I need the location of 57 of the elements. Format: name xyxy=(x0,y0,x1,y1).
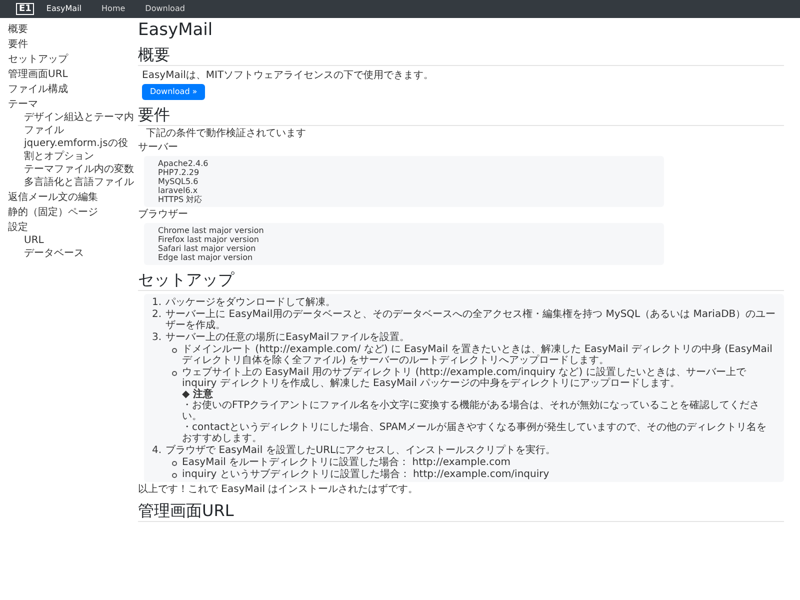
section-heading: セットアップ xyxy=(138,271,784,291)
note-line: ・お使いのFTPクライアントにファイル名を小文字に変換する機能がある場合は、それが無効になっていることを確認してください。 xyxy=(182,400,761,422)
step-text: パッケージをダウンロードして解凍。 xyxy=(166,297,336,308)
sidebar-link[interactable]: テーマファイル内の変数 xyxy=(8,163,134,176)
logo: E1 xyxy=(16,3,34,15)
sidebar-link[interactable]: 静的（固定）ページ xyxy=(8,206,134,219)
sidebar-link[interactable]: 多言語化と言語ファイル xyxy=(8,176,134,189)
sidebar-link[interactable]: 設定 xyxy=(8,221,134,234)
requirements-intro: 下記の条件で動作検証されています xyxy=(145,128,307,140)
requirement-item: Chrome last major version xyxy=(158,226,265,235)
circle-bullet-icon xyxy=(172,473,177,478)
requirement-item: Edge last major version xyxy=(158,253,254,262)
sidebar-link[interactable]: ファイル構成 xyxy=(8,83,134,96)
requirement-item: PHP7.2.29 xyxy=(158,168,200,177)
circle-bullet-icon xyxy=(172,371,177,376)
sidebar-link[interactable]: セットアップ xyxy=(8,53,134,66)
requirement-item: Firefox last major version xyxy=(158,235,260,244)
section-heading: 管理画面URL xyxy=(138,502,784,522)
sidebar-link[interactable]: 要件 xyxy=(8,38,134,51)
step-number: 1. xyxy=(152,297,162,308)
note-title: ◆ 注意 xyxy=(182,389,214,400)
step-text: サーバー上に EasyMail用のデータベースと、そのデータベースへの全アクセス権・編集権を持つ MySQL（あるいは MariaDB）のユーザーを作成。 xyxy=(166,309,776,331)
section-heading: 要件 xyxy=(138,106,784,126)
sidebar-link[interactable]: URL xyxy=(8,234,134,247)
step-text: ブラウザで EasyMail を設置したURLにアクセスし、インストールスクリプトを実行。 xyxy=(166,445,556,456)
brand-link[interactable]: EasyMail xyxy=(46,3,82,15)
sidebar-link[interactable]: テーマ xyxy=(8,98,134,111)
circle-bullet-icon xyxy=(172,348,177,353)
requirement-item: Apache2.4.6 xyxy=(158,159,210,168)
step-number: 3. xyxy=(152,332,162,343)
section-heading: 概要 xyxy=(138,46,784,66)
sidebar-link[interactable]: 概要 xyxy=(8,23,134,36)
nav-link[interactable]: Home xyxy=(102,3,126,15)
sub-step-text: EasyMail をルートディレクトリに設置した場合： http://example.com xyxy=(182,457,510,468)
download-button[interactable]: Download » xyxy=(142,84,206,100)
note-line: ・contactというディレクトリにした場合、SPAMメールが届きやすくなる事例が発生していますので、その他のディレクトリ名をおすすめします。 xyxy=(182,422,768,444)
sidebar-link[interactable]: 返信メール文の編集 xyxy=(8,191,134,204)
group-label: ブラウザー xyxy=(138,209,189,221)
step-number: 4. xyxy=(152,445,162,456)
requirement-item: Safari last major version xyxy=(158,244,257,253)
sidebar-link[interactable]: データベース xyxy=(8,247,134,260)
sub-step-text: ウェブサイト上の EasyMail 用のサブディレクトリ (http://example.com/inquiry など) に設置したいときは、サーバー上で inquiry ディレクトリを作成し、解凍した EasyMail パッケージの中身をディレクトリにアップロードします。 xyxy=(182,367,747,389)
step-text: サーバー上の任意の場所にEasyMailファイルを設置。 xyxy=(166,332,410,343)
sub-step-text: ドメインルート (http://example.com/ など) に EasyMail を置きたいときは、解凍した EasyMail ディレクトリの中身 (EasyMail ディレクトリ自体を除く全ファイル) をサーバーのルートディレクトリへアップロードします。 xyxy=(182,344,774,366)
overview-text: EasyMailは、MITソフトウェアライセンスの下で使用できます。 xyxy=(141,70,435,82)
step-number: 2. xyxy=(152,309,162,322)
circle-bullet-icon xyxy=(172,461,177,466)
page-title: EasyMail xyxy=(138,20,214,40)
requirement-item: laravel6.x xyxy=(158,186,199,195)
sidebar-link[interactable]: jquery.emform.jsの役割とオプション xyxy=(8,137,134,163)
requirement-item: MySQL5.6 xyxy=(158,177,200,186)
requirement-item: HTTPS 対応 xyxy=(158,195,204,204)
sidebar-link[interactable]: 管理画面URL xyxy=(8,68,134,81)
group-label: サーバー xyxy=(138,142,179,154)
sub-step-text: inquiry というサブディレクトリに設置した場合： http://example.com/inquiry xyxy=(182,469,550,480)
setup-footer: 以上です！これで EasyMail はインストールされたはずです。 xyxy=(138,484,784,496)
nav-link[interactable]: Download xyxy=(145,3,185,15)
